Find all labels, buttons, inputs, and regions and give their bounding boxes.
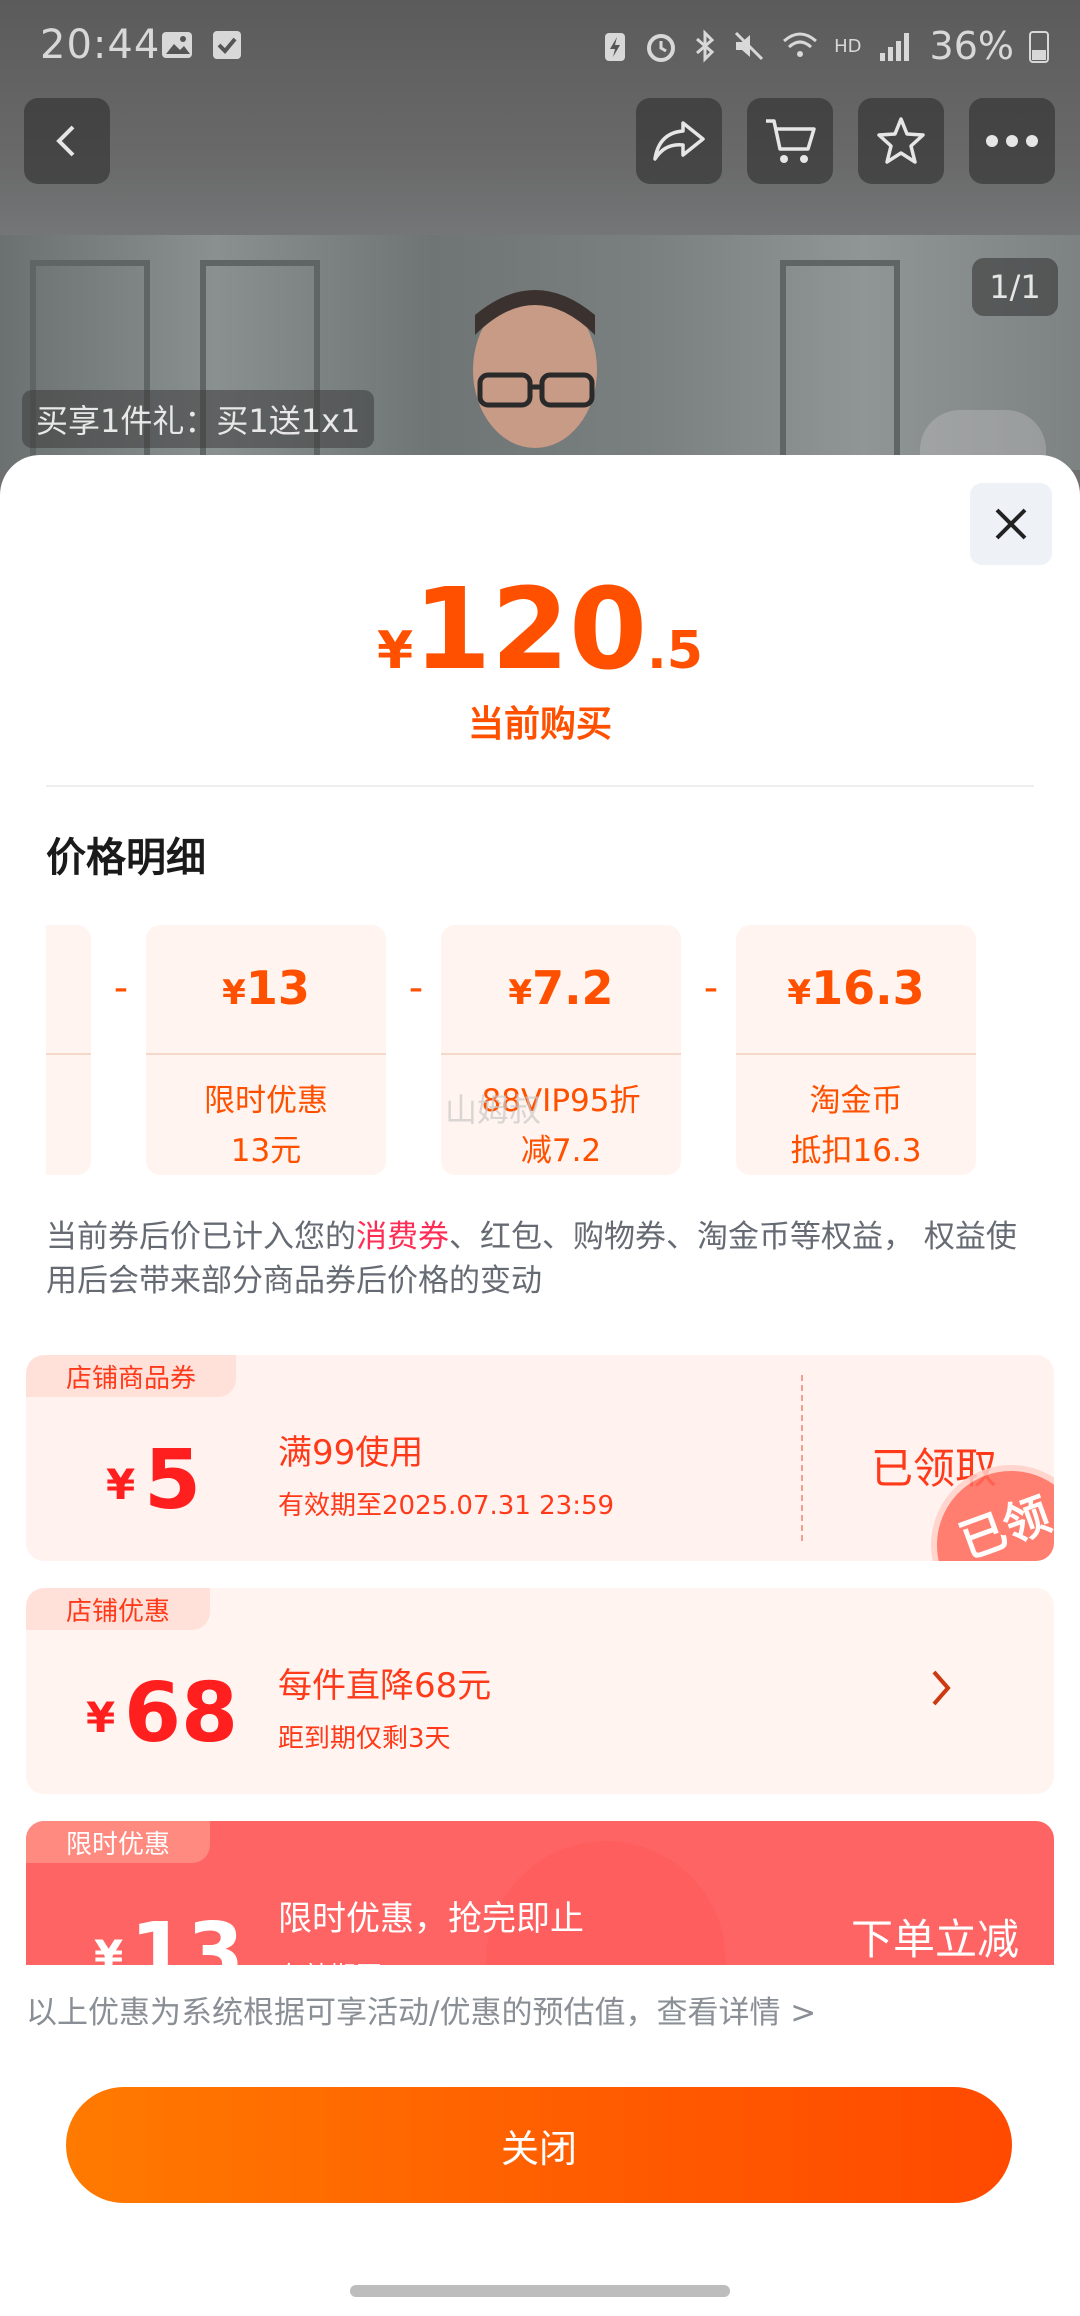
wifi-icon	[783, 32, 818, 57]
battery-level: 36%	[929, 24, 1014, 68]
breakdown-amount: ¥13	[146, 961, 386, 1015]
breakdown-name: 淘金币	[809, 1083, 903, 1119]
status-system: HD 36%	[600, 24, 1050, 68]
status-notifications	[160, 28, 244, 62]
coupon-divider	[801, 1375, 803, 1541]
price-breakdown-list[interactable]: ¥5 券 减5 - ¥13 限时优惠 13元 - ¥7.2 88VIP95折 减…	[46, 925, 1034, 1175]
breakdown-name: 券	[46, 1075, 91, 1120]
breakdown-sub: 减7.2	[520, 1133, 602, 1169]
status-bar: 20:44 HD 36%	[0, 0, 1080, 95]
mute-icon	[735, 31, 764, 61]
breakdown-item: ¥7.2 88VIP95折 减7.2	[441, 925, 681, 1175]
coupon-tag: 店铺优惠	[26, 1588, 211, 1630]
coupon-expiry: 距到期仅剩3天	[278, 1724, 451, 1754]
battery-saver-icon	[605, 33, 626, 61]
coupon-card[interactable]: 店铺商品券 ¥ 5 满99使用 有效期至2025.07.31 23:59 已领取…	[26, 1355, 1054, 1561]
price-currency: ¥	[377, 621, 414, 681]
coupon-title: 每件直降68元	[278, 1666, 492, 1706]
cart-icon	[766, 119, 816, 163]
breakdown-value: 13	[245, 961, 310, 1015]
coupon-currency: ¥	[86, 1693, 116, 1742]
image-page-count: 1/1	[972, 258, 1058, 316]
person-photo	[473, 290, 597, 448]
coupon-title: 满99使用	[278, 1433, 424, 1473]
consumption-coupon-link[interactable]: 消费券	[356, 1219, 449, 1255]
current-price: ¥120.5	[0, 565, 1080, 695]
breakdown-divider	[146, 1053, 386, 1055]
minus-sign: -	[703, 965, 719, 1011]
breakdown-divider	[736, 1053, 976, 1055]
breakdown-divider	[441, 1053, 681, 1055]
disclaimer-link[interactable]: 以上优惠为系统根据可享活动/优惠的预估值，查看详情 >	[26, 1987, 816, 2032]
battery-icon	[1029, 31, 1049, 63]
cart-button[interactable]	[747, 98, 833, 184]
breakdown-item: ¥16.3 淘金币 抵扣16.3	[736, 925, 976, 1175]
breakdown-value: 7.2	[532, 961, 614, 1015]
coupon-title: 限时优惠，抢完即止	[278, 1899, 584, 1939]
coupon-currency: ¥	[106, 1460, 136, 1509]
price-detail-sheet: ¥120.5 当前购买 价格明细 ¥5 券 减5 - ¥13 限时优惠 13元 …	[0, 455, 1080, 2316]
hd-label: HD	[834, 35, 862, 57]
breakdown-sub: 13元	[230, 1133, 302, 1169]
status-time: 20:44	[40, 22, 161, 68]
breakdown-item: ¥5 券 减5	[46, 925, 91, 1175]
gallery-icon	[162, 32, 192, 58]
coupon-amount: 68	[124, 1666, 239, 1761]
minus-sign: -	[113, 965, 129, 1011]
price-integer: 120	[413, 565, 648, 695]
share-icon	[653, 121, 705, 161]
breakdown-item: ¥13 限时优惠 13元	[146, 925, 386, 1175]
order-discount-label: 下单立减	[851, 1915, 1020, 1964]
home-indicator[interactable]	[350, 2285, 730, 2297]
breakdown-currency: ¥	[787, 973, 812, 1013]
share-button[interactable]	[636, 98, 722, 184]
checkbox-icon	[213, 31, 241, 59]
breakdown-value: 16.3	[811, 961, 925, 1015]
coupon-card[interactable]: 店铺优惠 ¥ 68 每件直降68元 距到期仅剩3天	[26, 1588, 1054, 1794]
coupon-amount: 5	[144, 1433, 202, 1528]
breakdown-sub: 抵扣16.3	[790, 1133, 922, 1169]
star-icon	[877, 117, 925, 164]
close-button[interactable]: 关闭	[66, 2087, 1012, 2203]
breakdown-currency: ¥	[222, 973, 246, 1013]
section-title: 价格明细	[46, 835, 206, 881]
breakdown-amount: ¥16.3	[736, 961, 976, 1015]
coupon-tag: 限时优惠	[26, 1821, 211, 1863]
close-icon	[995, 508, 1027, 540]
back-arrow-icon	[56, 125, 75, 157]
divider	[46, 785, 1034, 787]
breakdown-currency: ¥	[508, 973, 533, 1013]
note-text: 当前券后价已计入您的	[46, 1219, 356, 1255]
bluetooth-icon	[696, 29, 715, 63]
photo-window	[780, 260, 900, 470]
signal-icon	[879, 33, 909, 61]
breakdown-amount: ¥5	[46, 961, 91, 1015]
more-icon	[986, 135, 1038, 147]
close-sheet-button[interactable]	[970, 483, 1052, 565]
breakdown-sub: 减5	[46, 1125, 91, 1170]
gift-tag: 买享1件礼：买1送1x1	[22, 390, 375, 448]
minus-sign: -	[408, 965, 424, 1011]
favorite-button[interactable]	[858, 98, 944, 184]
coupon-validity: 有效期至2025.07.31 23:59	[278, 1491, 615, 1521]
price-note: 当前券后价已计入您的消费券、红包、购物券、淘金币等权益， 权益使用后会带来部分商…	[46, 1215, 1026, 1303]
breakdown-amount: ¥7.2	[441, 961, 681, 1015]
chevron-right-icon[interactable]	[926, 1666, 956, 1710]
coupon-tag: 店铺商品券	[26, 1355, 237, 1397]
breakdown-name: 限时优惠	[204, 1083, 328, 1119]
more-button[interactable]	[969, 98, 1055, 184]
alarm-icon	[647, 34, 676, 62]
breakdown-divider	[46, 1053, 91, 1055]
watermark: 山姆叔	[445, 1091, 542, 1129]
back-button[interactable]	[24, 98, 110, 184]
price-decimal: .5	[647, 621, 703, 681]
price-label: 当前购买	[467, 704, 612, 745]
